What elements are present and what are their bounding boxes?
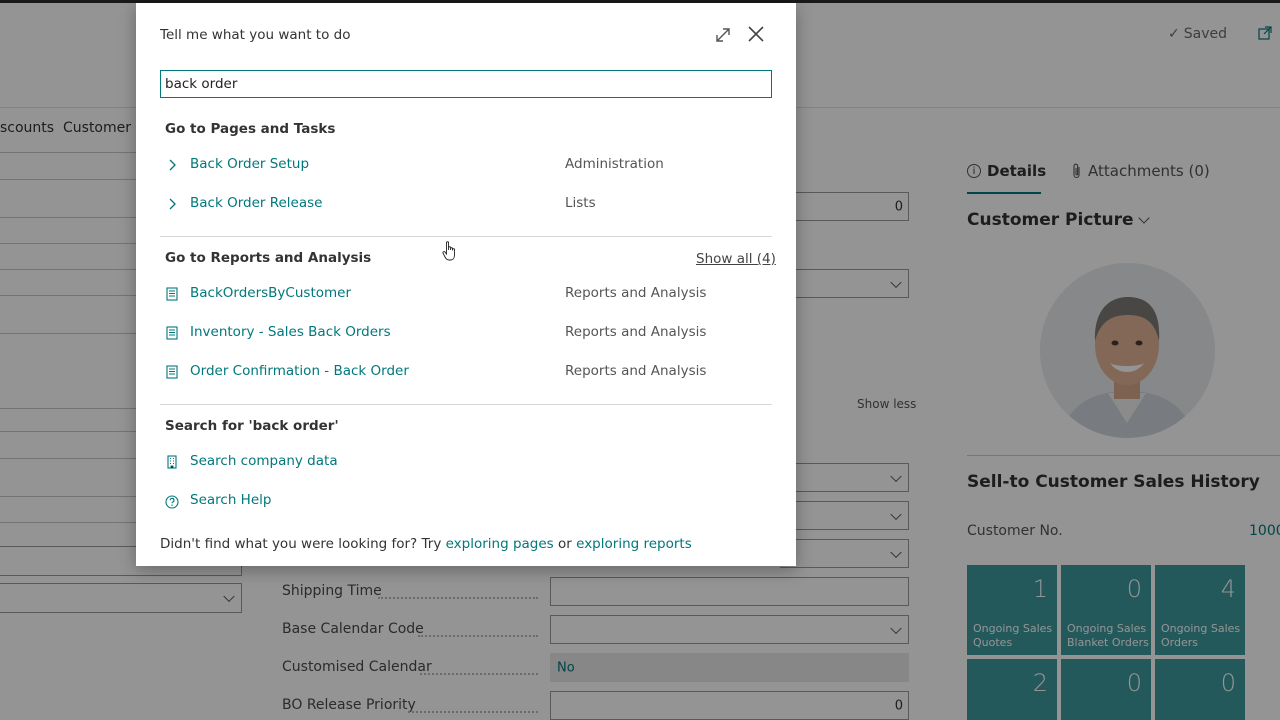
- exploring-reports-link[interactable]: exploring reports: [576, 536, 692, 552]
- search-company-data[interactable]: Search company data: [160, 449, 772, 475]
- footer-prefix: Didn't find what you were looking for? T…: [160, 536, 446, 552]
- close-icon[interactable]: [746, 24, 766, 44]
- result-back-order-setup[interactable]: Back Order Setup Administration: [160, 152, 772, 178]
- help-icon: [165, 495, 179, 509]
- pages-heading: Go to Pages and Tasks: [165, 121, 336, 137]
- chevron-right-icon: [169, 198, 176, 210]
- result-category: Reports and Analysis: [565, 285, 707, 301]
- hand-cursor-icon: [442, 241, 455, 261]
- result-name: Order Confirmation - Back Order: [190, 363, 409, 379]
- result-name: Search Help: [190, 492, 272, 508]
- result-backorders-by-customer[interactable]: BackOrdersByCustomer Reports and Analysi…: [160, 281, 772, 307]
- chevron-right-icon: [169, 159, 176, 171]
- result-category: Reports and Analysis: [565, 324, 707, 340]
- search-input[interactable]: [160, 70, 772, 98]
- result-order-confirmation-back-order[interactable]: Order Confirmation - Back Order Reports …: [160, 359, 772, 385]
- report-icon: [166, 326, 178, 340]
- show-all-link[interactable]: Show all (4): [696, 251, 776, 267]
- section-divider: [160, 236, 772, 237]
- result-category: Lists: [565, 195, 596, 211]
- exploring-pages-link[interactable]: exploring pages: [446, 536, 554, 552]
- footer-middle: or: [553, 536, 577, 552]
- report-icon: [166, 287, 178, 301]
- result-name: Inventory - Sales Back Orders: [190, 324, 391, 340]
- report-icon: [166, 365, 178, 379]
- dialog-footer: Didn't find what you were looking for? T…: [160, 536, 692, 552]
- result-name: Back Order Setup: [190, 156, 310, 172]
- reports-heading: Go to Reports and Analysis: [165, 250, 372, 266]
- result-name: Search company data: [190, 453, 338, 469]
- result-category: Administration: [565, 156, 664, 172]
- expand-icon[interactable]: [714, 26, 732, 44]
- search-help[interactable]: Search Help: [160, 488, 772, 514]
- building-icon: [167, 455, 177, 469]
- result-back-order-release[interactable]: Back Order Release Lists: [160, 191, 772, 217]
- dialog-title: Tell me what you want to do: [160, 27, 351, 43]
- section-divider: [160, 404, 772, 405]
- result-category: Reports and Analysis: [565, 363, 707, 379]
- tell-me-dialog: Tell me what you want to do Go to Pages …: [136, 3, 796, 566]
- result-name: BackOrdersByCustomer: [190, 285, 351, 301]
- result-inventory-sales-back-orders[interactable]: Inventory - Sales Back Orders Reports an…: [160, 320, 772, 346]
- search-heading: Search for 'back order': [165, 418, 339, 434]
- result-name: Back Order Release: [190, 195, 323, 211]
